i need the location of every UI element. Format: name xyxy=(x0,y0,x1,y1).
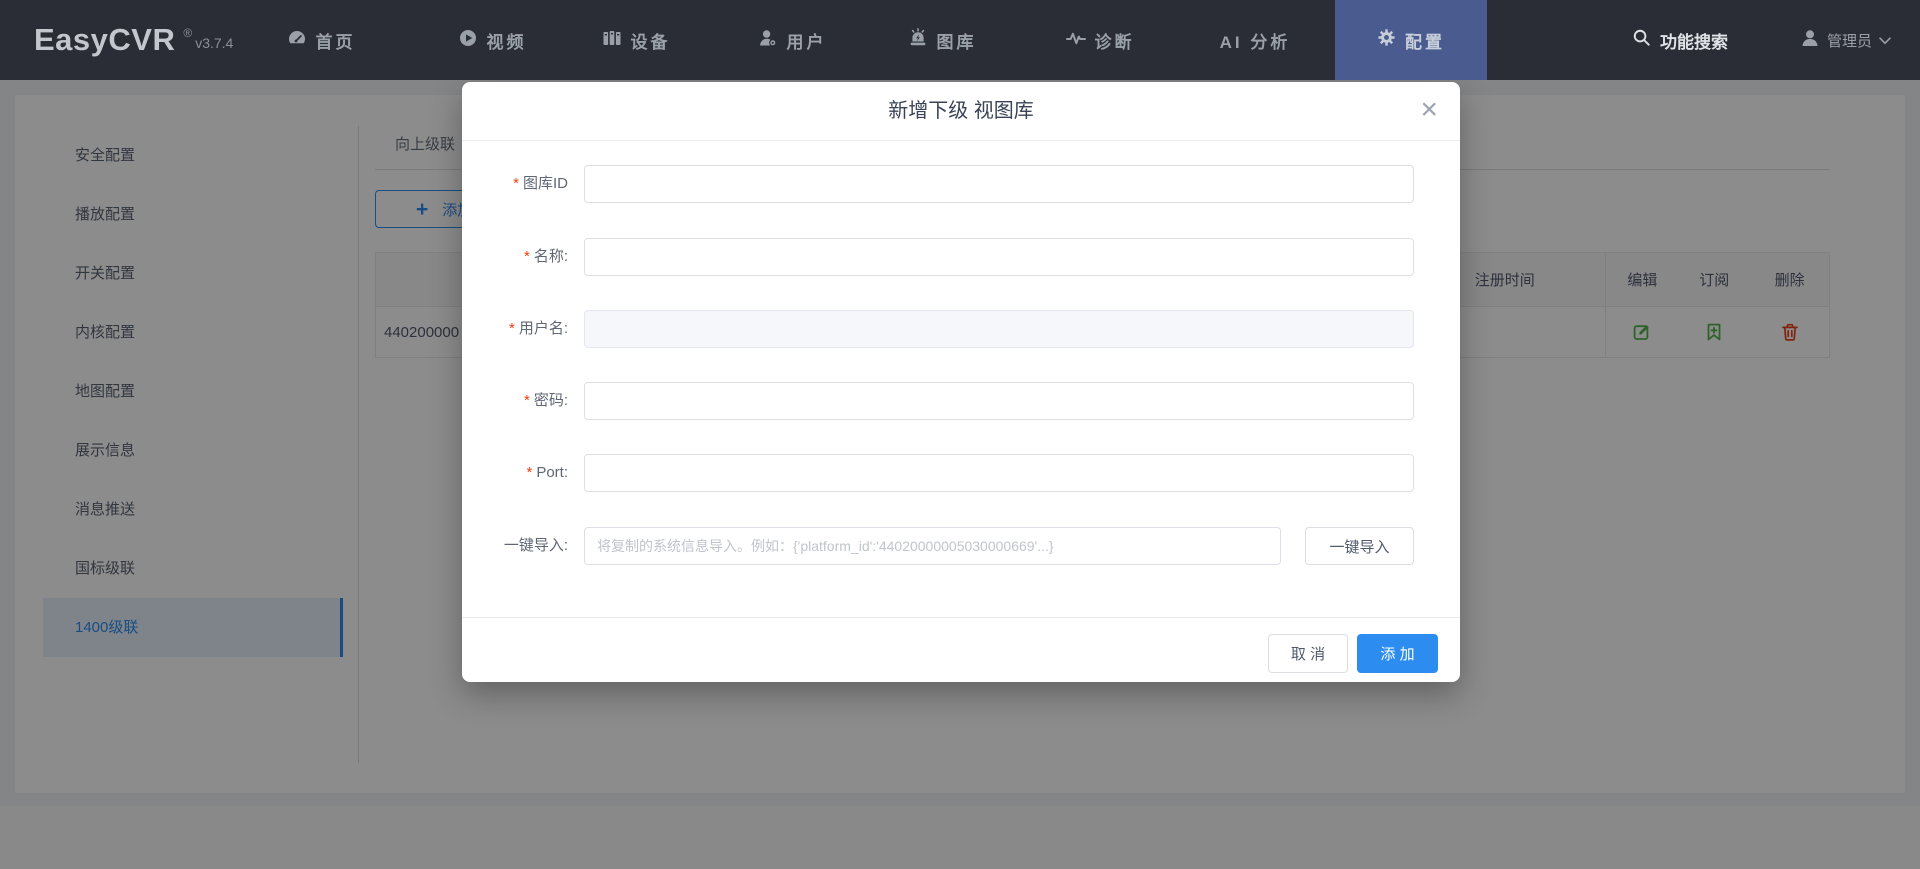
gear-icon xyxy=(1377,28,1396,52)
nav-item-label: 用户 xyxy=(786,32,827,52)
username-label: * 用户名: xyxy=(508,320,568,337)
nav-item-label: AI 分析 xyxy=(1219,32,1291,52)
form-row-gallery-id: * 图库ID xyxy=(462,165,1460,203)
nav-item-ai-analysis[interactable]: AI 分析 xyxy=(1179,0,1331,80)
nav-item-home[interactable]: 首页 xyxy=(245,0,397,80)
close-icon[interactable]: × xyxy=(1420,92,1438,128)
brand: EasyCVR ® v3.7.4 xyxy=(34,0,233,80)
gallery-id-label: * 图库ID xyxy=(513,175,568,192)
form-row-password: * 密码: xyxy=(462,382,1460,420)
cancel-button[interactable]: 取 消 xyxy=(1268,634,1348,673)
user-name-label: 管理员 xyxy=(1827,32,1873,50)
device-icon xyxy=(602,28,622,53)
function-search[interactable]: 功能搜索 xyxy=(1632,0,1728,80)
required-mark: * xyxy=(526,464,533,481)
required-mark: * xyxy=(523,392,530,409)
add-subordinate-gallery-dialog: 新增下级 视图库 × * 图库ID * 名称: * 用户名: * 密码: * Port: … xyxy=(462,82,1460,682)
top-navbar: EasyCVR ® v3.7.4 首页 视频 设备 用户 图库 诊断 AI 分析… xyxy=(0,0,1920,80)
search-icon xyxy=(1632,28,1651,52)
nav-item-label: 配置 xyxy=(1405,32,1445,52)
app-screen: EasyCVR ® v3.7.4 首页 视频 设备 用户 图库 诊断 AI 分析… xyxy=(0,0,1920,869)
username-field[interactable] xyxy=(584,310,1414,348)
required-mark: * xyxy=(523,248,530,265)
dialog-title: 新增下级 视图库 xyxy=(888,100,1034,122)
import-label: 一键导入: xyxy=(503,537,568,554)
nav-item-label: 图库 xyxy=(936,32,977,52)
nav-item-label: 视频 xyxy=(486,32,527,52)
dialog-header: 新增下级 视图库 × xyxy=(462,82,1460,141)
nav-item-users[interactable]: 用户 xyxy=(716,0,868,80)
password-label: * 密码: xyxy=(523,392,568,409)
nav-item-config[interactable]: 配置 xyxy=(1335,0,1487,80)
dashboard-icon xyxy=(287,28,307,53)
play-circle-icon xyxy=(458,28,478,53)
alarm-lamp-icon xyxy=(908,27,928,53)
trademark-symbol: ® xyxy=(183,26,193,40)
name-field[interactable] xyxy=(584,238,1414,276)
nav-item-video[interactable]: 视频 xyxy=(416,0,568,80)
app-version: v3.7.4 xyxy=(195,35,234,51)
pulse-icon xyxy=(1065,28,1086,53)
port-label: * Port: xyxy=(526,464,568,481)
function-search-label: 功能搜索 xyxy=(1660,32,1728,52)
app-logo: EasyCVR xyxy=(34,22,176,57)
name-label: * 名称: xyxy=(523,248,568,265)
required-mark: * xyxy=(513,175,519,192)
import-field[interactable] xyxy=(584,527,1281,565)
nav-item-gallery[interactable]: 图库 xyxy=(866,0,1018,80)
required-mark: * xyxy=(508,320,515,337)
gallery-id-field[interactable] xyxy=(584,165,1414,203)
port-field[interactable] xyxy=(584,454,1414,492)
chevron-down-icon xyxy=(1879,32,1891,49)
form-row-username: * 用户名: xyxy=(462,310,1460,348)
dialog-footer: 取 消 添 加 xyxy=(462,617,1460,682)
nav-item-label: 诊断 xyxy=(1094,32,1135,52)
one-click-import-button[interactable]: 一键导入 xyxy=(1305,527,1414,565)
nav-item-diagnosis[interactable]: 诊断 xyxy=(1024,0,1176,80)
password-field[interactable] xyxy=(584,382,1414,420)
form-row-port: * Port: xyxy=(462,454,1460,492)
add-button[interactable]: 添 加 xyxy=(1357,634,1438,673)
avatar-icon xyxy=(1800,28,1820,52)
nav-item-label: 设备 xyxy=(630,32,671,52)
user-icon xyxy=(758,28,778,53)
form-row-name: * 名称: xyxy=(462,238,1460,276)
nav-item-label: 首页 xyxy=(315,32,356,52)
user-menu[interactable]: 管理员 xyxy=(1800,0,1891,80)
nav-item-devices[interactable]: 设备 xyxy=(560,0,712,80)
